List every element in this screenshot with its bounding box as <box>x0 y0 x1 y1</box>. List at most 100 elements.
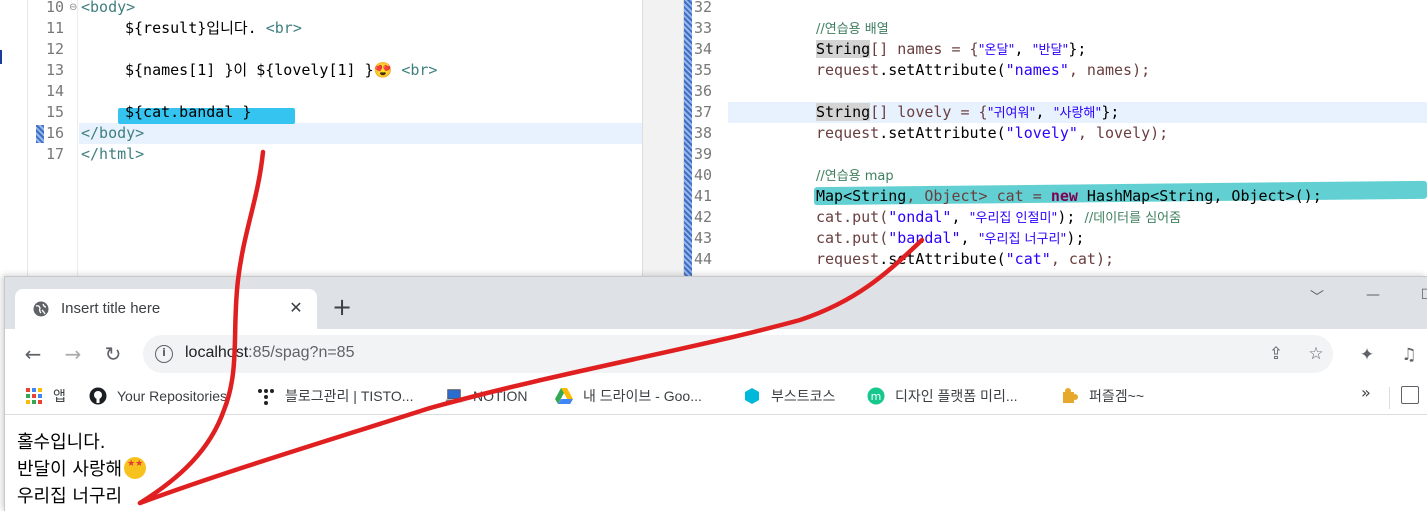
reading-list-icon[interactable] <box>1401 386 1419 404</box>
page-content: 홀수입니다. 반달이 사랑해 우리집 너구리 <box>5 416 1427 511</box>
code-comment: //연습용 map <box>816 169 894 184</box>
bookmark-star-icon[interactable]: ☆ <box>1305 343 1327 365</box>
line-number: 44 <box>694 250 713 268</box>
site-info-icon[interactable]: i <box>155 345 173 363</box>
line-number: 42 <box>694 208 713 226</box>
forward-button[interactable]: → <box>61 342 85 366</box>
code-line: <body> <box>81 0 136 16</box>
line-number: 34 <box>694 40 713 58</box>
change-ruler <box>684 0 692 280</box>
tistory-icon <box>258 389 274 405</box>
bookmark-label: 디자인 플랫폼 미리... <box>895 388 1018 404</box>
address-bar[interactable]: i localhost:85/spag?n=85 ⇪ ☆ <box>143 335 1333 373</box>
media-control-icon[interactable]: ♫ <box>1397 343 1421 367</box>
apps-grid-icon <box>26 388 42 404</box>
line-number: 36 <box>694 82 713 100</box>
bookmark-miricanvas[interactable]: m 디자인 플랫폼 미리... <box>867 385 1018 407</box>
code-comment: //연습용 배열 <box>816 22 889 37</box>
browser-toolbar: ← → ↻ i localhost:85/spag?n=85 ⇪ ☆ ✦ ♫ <box>5 329 1427 379</box>
code-line: ${cat.bandal } <box>125 103 252 121</box>
code-line: Map<String, Object> cat = new HashMap<St… <box>816 187 1322 205</box>
editor-split-divider[interactable] <box>642 0 684 280</box>
puzzle-piece-icon <box>1063 388 1078 403</box>
line-number: 38 <box>694 124 713 142</box>
bookmark-boostcourse[interactable]: 부스트코스 <box>743 385 835 407</box>
line-number: 41 <box>694 187 713 205</box>
star-struck-emoji-icon <box>124 457 147 479</box>
left-code-editor[interactable]: ⊖ 10 11 12 13 14 15 16 17 <body> ${resul… <box>0 0 662 280</box>
line-number: 32 <box>694 0 713 16</box>
maximize-icon[interactable]: ☐ <box>1415 287 1427 307</box>
line-number: 10 <box>46 0 65 16</box>
code-line: ${names[1] }이 ${lovely[1] }😍 <br> <box>125 61 438 79</box>
line-number: 33 <box>694 19 713 37</box>
bookmark-label: 퍼즐겜~~ <box>1089 388 1144 404</box>
tab-close-icon[interactable]: ✕ <box>285 297 307 319</box>
tab-insert-title[interactable]: Insert title here ✕ <box>15 289 317 329</box>
bookmark-label: 블로그관리 | TISTO... <box>285 388 414 404</box>
code-line: request.setAttribute("names", names); <box>816 61 1151 79</box>
bookmark-label: 부스트코스 <box>771 388 836 404</box>
code-line: </html> <box>81 145 145 163</box>
code-line: </body> <box>81 124 145 142</box>
right-code-editor[interactable]: 32 33 34 35 36 37 38 39 40 41 42 43 44 /… <box>684 0 1427 280</box>
google-drive-icon <box>555 388 573 404</box>
tab-search-icon[interactable]: ﹀ <box>1305 287 1329 307</box>
minimize-icon[interactable]: — <box>1361 287 1385 307</box>
tab-strip: Insert title here ✕ + ﹀ — ☐ <box>5 277 1427 329</box>
laptop-icon <box>445 389 463 403</box>
bookmark-github[interactable]: Your Repositories <box>89 385 227 407</box>
line-number: 15 <box>46 103 65 121</box>
code-line: String[] lovely = {"귀여워", "사랑해"}; <box>816 103 1120 121</box>
miricanvas-icon: m <box>867 387 885 405</box>
code-line: String[] names = {"온달", "반달"}; <box>816 40 1087 58</box>
tab-title: Insert title here <box>61 300 161 317</box>
github-icon <box>89 387 107 405</box>
line-number: 11 <box>46 19 65 37</box>
line-number: 14 <box>46 82 65 100</box>
code-line: request.setAttribute("cat", cat); <box>816 250 1115 268</box>
new-tab-button[interactable]: + <box>330 295 354 320</box>
output-line-cat: 우리집 너구리 <box>17 486 123 507</box>
line-number: 13 <box>46 61 65 79</box>
line-number: 37 <box>694 103 713 121</box>
code-line: request.setAttribute("lovely", lovely); <box>816 124 1169 142</box>
current-line-highlight <box>79 123 642 144</box>
line-number: 17 <box>46 145 65 163</box>
bookmark-label: NOTION <box>473 388 528 404</box>
globe-icon <box>33 301 49 317</box>
line-number: 16 <box>46 124 65 142</box>
code-line: ${result}입니다. <br> <box>125 19 302 37</box>
code-line: cat.put("ondal", "우리집 인절미"); //데이터를 심어줌 <box>816 208 1182 226</box>
bookmark-google-drive[interactable]: 내 드라이브 - Goo... <box>555 385 702 407</box>
bookmarks-bar: 앱 Your Repositories 블로그관리 | TISTO... NOT… <box>5 379 1427 415</box>
bookmark-label: 앱 <box>53 388 66 404</box>
line-number: 43 <box>694 229 713 247</box>
bookmarks-more-icon[interactable]: » <box>1361 383 1371 402</box>
address-url[interactable]: localhost:85/spag?n=85 <box>185 344 354 362</box>
change-marker <box>36 125 44 143</box>
editor-left-edge <box>0 0 28 280</box>
bookmark-puzzle[interactable]: 퍼즐겜~~ <box>1061 385 1144 407</box>
bookmarks-divider <box>1389 387 1390 409</box>
line-number: 35 <box>694 61 713 79</box>
edge-marker <box>0 50 2 64</box>
bookmark-label: 내 드라이브 - Goo... <box>583 388 702 404</box>
output-line-lovely: 반달이 사랑해 <box>17 455 147 481</box>
line-number: 39 <box>694 145 713 163</box>
bookmark-tistory[interactable]: 블로그관리 | TISTO... <box>257 385 413 407</box>
line-number: 12 <box>46 40 65 58</box>
reload-button[interactable]: ↻ <box>101 342 125 366</box>
line-number: 40 <box>694 166 713 184</box>
bookmark-label: Your Repositories <box>117 388 227 404</box>
back-button[interactable]: ← <box>21 342 45 366</box>
bookmark-notion[interactable]: NOTION <box>445 385 527 407</box>
output-line-result: 홀수입니다. <box>17 432 106 453</box>
share-icon[interactable]: ⇪ <box>1265 343 1287 365</box>
browser-window: Insert title here ✕ + ﹀ — ☐ ← → ↻ i loca… <box>4 276 1427 511</box>
svg-text:m: m <box>871 390 882 403</box>
extensions-puzzle-icon[interactable]: ✦ <box>1355 343 1379 367</box>
boostcourse-icon <box>745 388 759 404</box>
code-line: cat.put("bandal", "우리집 너구리"); <box>816 229 1085 247</box>
bookmark-apps[interactable]: 앱 <box>25 385 66 407</box>
